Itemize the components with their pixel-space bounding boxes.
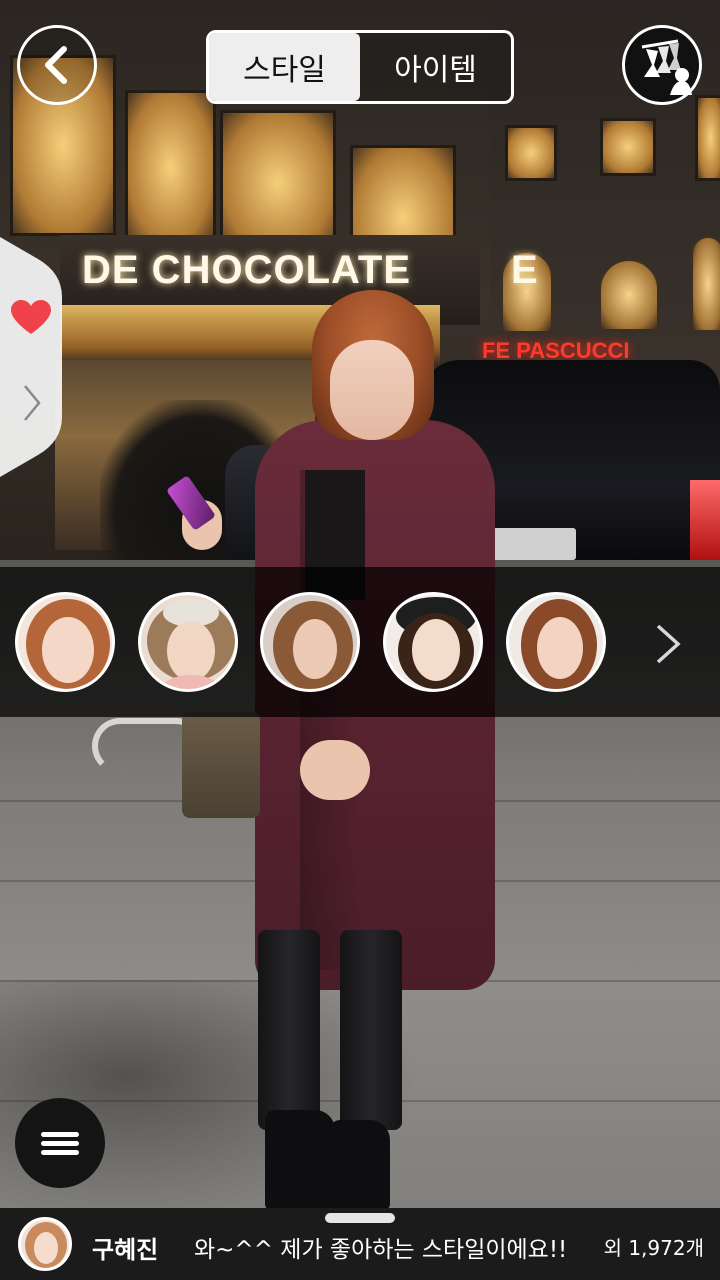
style-avatar-3[interactable] [260, 592, 360, 692]
model-boot [265, 1110, 335, 1210]
heart-icon[interactable] [11, 300, 51, 336]
building-window [125, 90, 216, 246]
closet-button[interactable] [622, 25, 702, 105]
chevron-left-icon [45, 46, 67, 84]
style-avatar-1[interactable] [15, 592, 115, 692]
store-sign-tail: E [511, 248, 539, 292]
style-avatar-2[interactable] [138, 592, 238, 692]
suv-taillight [690, 480, 720, 560]
chevron-right-icon[interactable] [654, 622, 682, 666]
model-boot [330, 1120, 390, 1210]
arched-window [598, 258, 660, 332]
commenter-avatar[interactable] [18, 1217, 72, 1271]
comment-text: 와~^^ 제가 좋아하는 스타일이에요!! [194, 1237, 568, 1263]
hamburger-menu-icon [41, 1128, 79, 1159]
building-window [600, 118, 656, 176]
model-hand [300, 740, 370, 800]
style-avatar-5[interactable] [506, 592, 606, 692]
style-avatar-4[interactable] [383, 592, 483, 692]
chevron-right-icon[interactable] [22, 383, 42, 423]
store-sign: DE CHOCOLATE E [82, 248, 539, 293]
tab-style[interactable]: 스타일 [209, 33, 360, 101]
model-face [330, 340, 414, 440]
model-leg [258, 930, 320, 1130]
back-button[interactable] [17, 25, 97, 105]
clothes-hanger-person-icon [641, 39, 692, 95]
side-favorite-tab[interactable] [0, 237, 62, 477]
building-window [505, 125, 557, 181]
building-window [695, 95, 720, 181]
drag-handle[interactable] [325, 1213, 395, 1223]
commenter-name[interactable]: 구혜진 [92, 1230, 158, 1265]
license-plate [488, 528, 576, 560]
store-sign-text: DE CHOCOLATE [82, 248, 412, 292]
model-handbag [182, 712, 260, 818]
model-leg [340, 930, 402, 1130]
menu-button[interactable] [15, 1098, 105, 1188]
tab-item[interactable]: 아이템 [360, 33, 511, 101]
arched-window [690, 235, 720, 333]
view-toggle: 스타일 아이템 [206, 30, 514, 104]
comment-count[interactable]: 외 1,972개 [604, 1232, 704, 1261]
